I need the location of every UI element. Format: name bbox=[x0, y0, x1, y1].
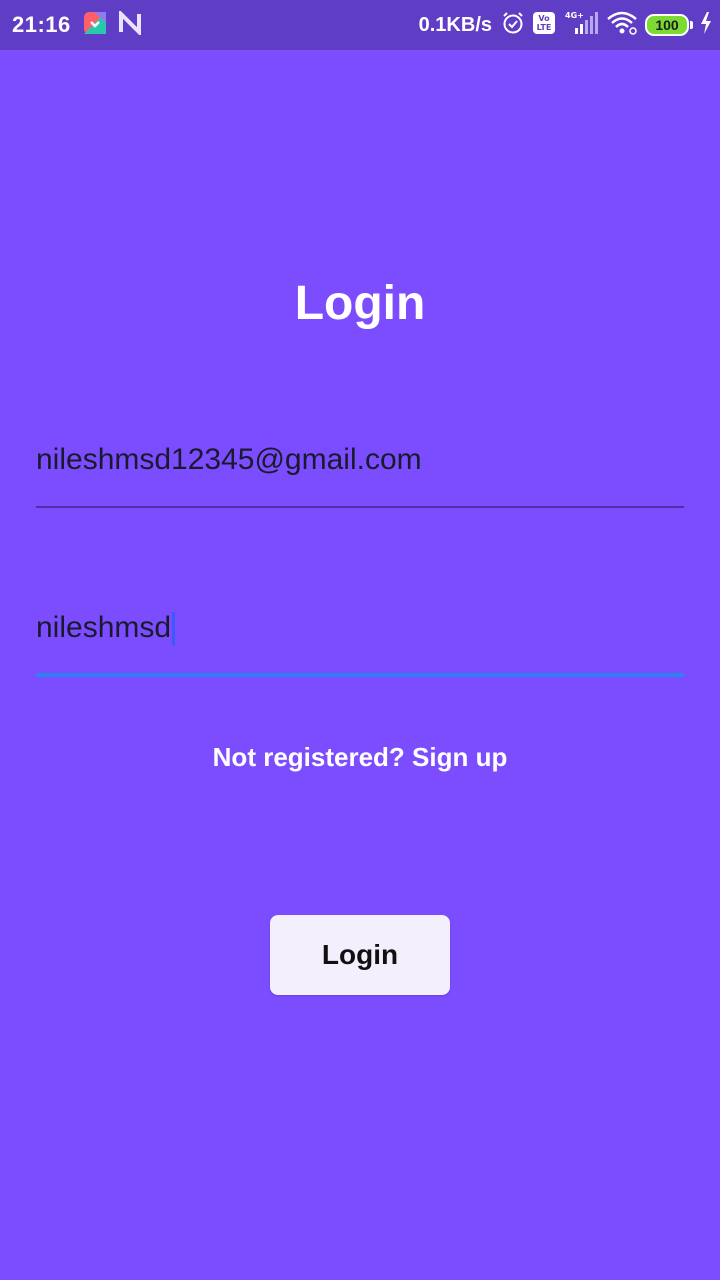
login-button[interactable]: Login bbox=[270, 915, 450, 995]
status-bar: 21:16 0.1KB/s Vo LTE 4G+ 100 bbox=[0, 0, 720, 50]
svg-text:Vo: Vo bbox=[538, 14, 550, 23]
password-input[interactable]: nileshmsd bbox=[36, 608, 684, 648]
volte-icon: Vo LTE bbox=[532, 11, 556, 40]
battery-icon: 100 bbox=[645, 14, 693, 36]
status-right: 0.1KB/s Vo LTE 4G+ 100 bbox=[419, 10, 712, 40]
charging-icon bbox=[700, 11, 712, 39]
notification-icons bbox=[82, 8, 142, 41]
signal-icon: 4G+ bbox=[563, 10, 599, 41]
signup-link[interactable]: Not registered? Sign up bbox=[0, 742, 720, 773]
network-type-label: 4G+ bbox=[565, 11, 584, 20]
text-cursor bbox=[172, 612, 176, 647]
app-notification-icon bbox=[82, 10, 108, 41]
status-time: 21:16 bbox=[12, 12, 71, 37]
password-input-value: nileshmsd bbox=[36, 611, 172, 644]
page-title: Login bbox=[294, 277, 426, 330]
email-field[interactable]: nileshmsd12345@gmail.com bbox=[36, 440, 684, 508]
password-field-underline-focused bbox=[36, 673, 684, 677]
email-field-underline bbox=[36, 506, 684, 508]
email-input-value[interactable]: nileshmsd12345@gmail.com bbox=[36, 440, 684, 480]
wifi-icon bbox=[606, 11, 638, 40]
n-notification-icon bbox=[118, 8, 142, 40]
net-speed: 0.1KB/s bbox=[418, 13, 492, 36]
svg-text:LTE: LTE bbox=[537, 23, 552, 32]
alarm-icon bbox=[501, 11, 525, 40]
password-field[interactable]: nileshmsd bbox=[36, 608, 684, 677]
